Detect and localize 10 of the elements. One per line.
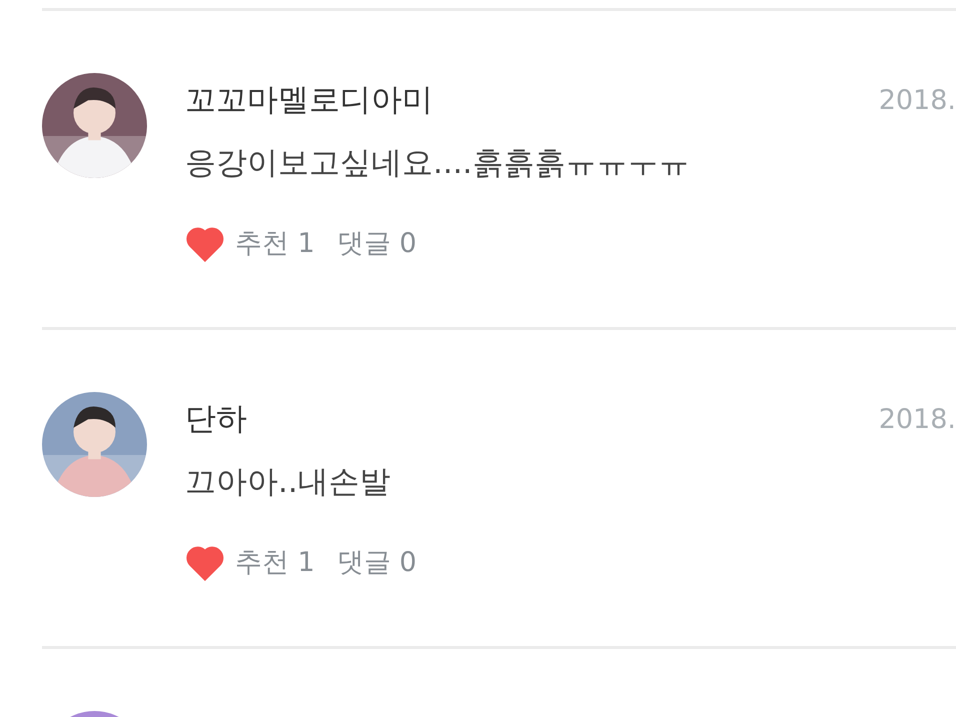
reply-button[interactable]: 댓글 0 xyxy=(336,225,417,261)
author-name: 단하 xyxy=(185,400,247,439)
comment-text: 끄아아..내손발 xyxy=(185,463,392,502)
comment-date: 2018. xyxy=(878,84,956,116)
comment-date: 2018. xyxy=(878,404,956,434)
reply-button[interactable]: 댓글 0 xyxy=(336,544,417,580)
comment-text: 응강이보고싶네요....흙흙흙ㅠㅠㅜㅠ xyxy=(185,144,690,183)
like-button[interactable]: 추천 1 xyxy=(185,224,315,262)
like-button[interactable]: 추천 1 xyxy=(185,544,315,580)
author-name: 꼬꼬마멜로디아미 xyxy=(185,81,433,120)
